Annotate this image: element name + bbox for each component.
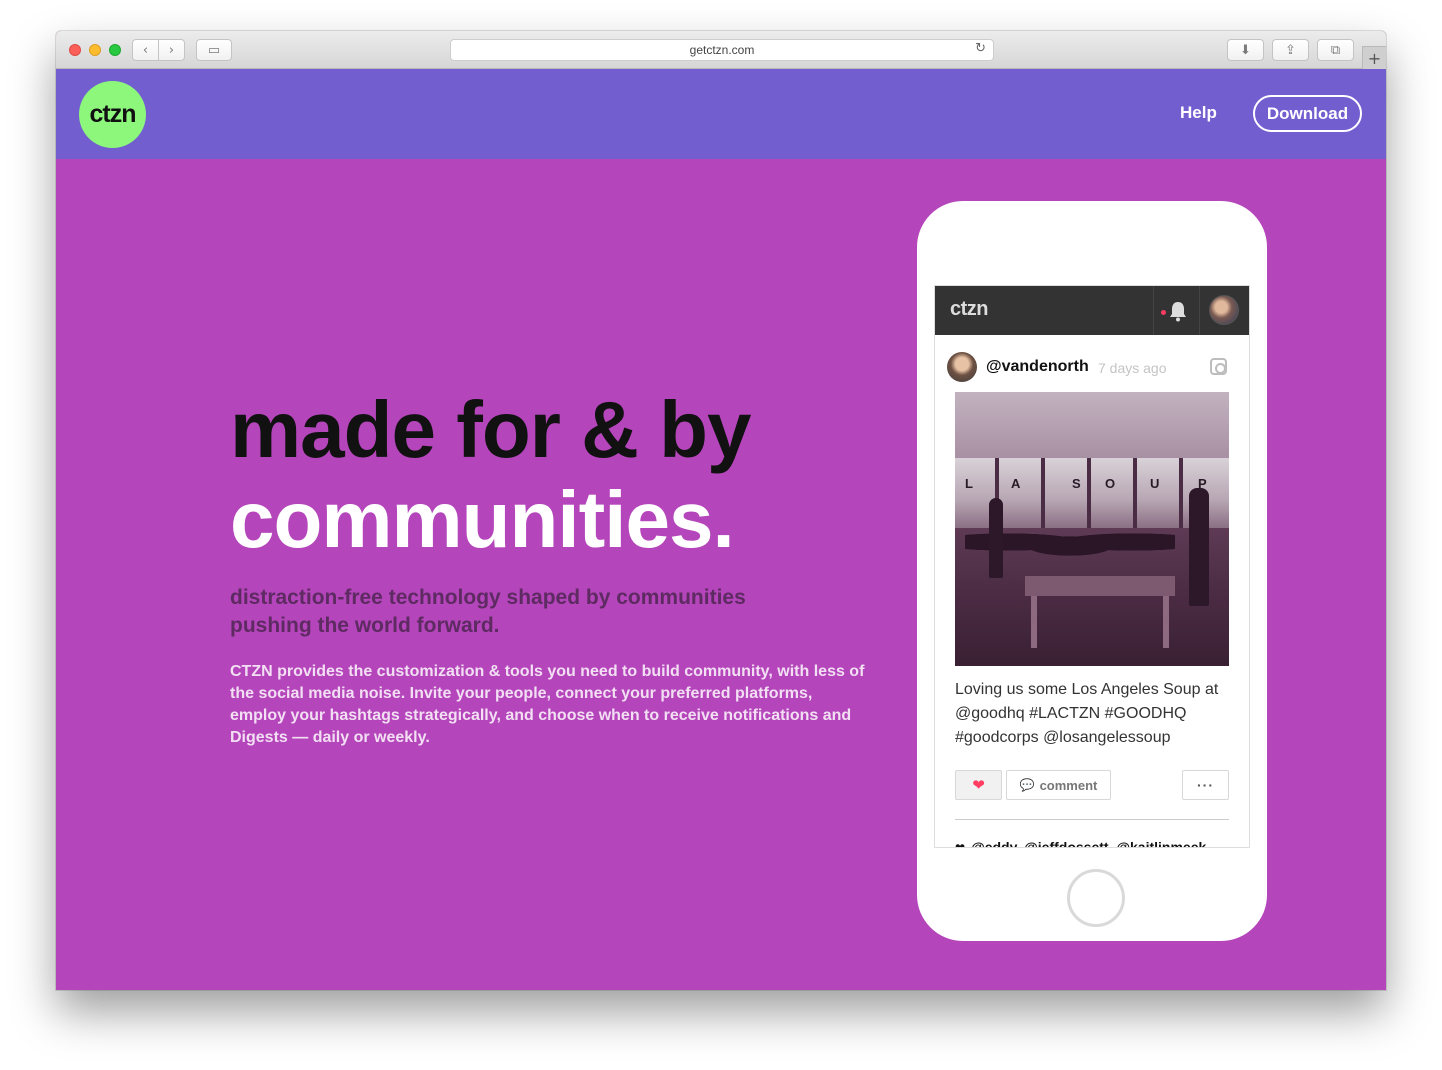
download-button[interactable]: Download bbox=[1253, 95, 1362, 132]
comment-icon: 💬 bbox=[1019, 778, 1035, 792]
back-button[interactable]: ‹ bbox=[132, 39, 159, 61]
post-header: @vandenorth 7 days ago bbox=[947, 352, 1239, 384]
like-button[interactable]: ❤ bbox=[955, 770, 1002, 800]
heart-icon: ❤ bbox=[972, 776, 985, 794]
post-timestamp: 7 days ago bbox=[1098, 360, 1167, 376]
photo-table bbox=[1025, 576, 1175, 596]
hero-headline: made for & by communities. bbox=[230, 385, 830, 565]
post-divider bbox=[955, 819, 1229, 820]
photo-mullion bbox=[1087, 458, 1091, 530]
app-logo: ctzn bbox=[950, 298, 989, 320]
url-text: getctzn.com bbox=[689, 43, 755, 57]
photo-mullion bbox=[1133, 458, 1137, 530]
photo-person bbox=[989, 498, 1003, 578]
bell-icon[interactable] bbox=[1168, 300, 1188, 322]
photo-person bbox=[1189, 488, 1209, 606]
headline-line-2: communities. bbox=[230, 475, 735, 564]
hero-description: CTZN provides the customization & tools … bbox=[230, 663, 865, 746]
hero-subheadline: distraction-free technology shaped by co… bbox=[230, 586, 746, 637]
photo-letter: S bbox=[1072, 476, 1081, 491]
headline-line-1: made for & by bbox=[230, 385, 751, 474]
phone-screen: ctzn @vandenorth 7 days ago L A S O U P … bbox=[934, 285, 1250, 848]
show-tabs-button[interactable]: ⧉ bbox=[1317, 39, 1354, 61]
sidebar-toggle-button[interactable]: ▭ bbox=[196, 39, 232, 61]
photo-letter: O bbox=[1105, 476, 1116, 491]
photo-letter: A bbox=[1011, 476, 1021, 491]
more-options-button[interactable]: ··· bbox=[1182, 770, 1229, 800]
ctzn-logo[interactable]: ctzn bbox=[79, 81, 146, 148]
phone-mockup: ctzn @vandenorth 7 days ago L A S O U P … bbox=[917, 201, 1267, 941]
photo-table-leg bbox=[1031, 596, 1037, 648]
app-bar: ctzn bbox=[935, 286, 1249, 335]
close-window-button[interactable] bbox=[69, 44, 81, 56]
help-link[interactable]: Help bbox=[1180, 103, 1217, 123]
post-username[interactable]: @vandenorth bbox=[986, 358, 1089, 376]
photo-ceiling bbox=[955, 392, 1229, 458]
profile-avatar[interactable] bbox=[1209, 295, 1239, 325]
new-tab-button[interactable]: + bbox=[1362, 46, 1386, 69]
app-bar-divider bbox=[1153, 286, 1154, 335]
chevron-right-icon: › bbox=[168, 42, 175, 58]
plus-icon: + bbox=[1367, 48, 1382, 68]
minimize-window-button[interactable] bbox=[89, 44, 101, 56]
notification-dot bbox=[1161, 310, 1166, 315]
photo-table-leg bbox=[1163, 596, 1169, 648]
chevron-left-icon: ‹ bbox=[142, 42, 149, 58]
browser-toolbar: ‹ › ▭ getctzn.com ↻ ⬇ ⇪ ⧉ + bbox=[56, 31, 1386, 69]
reload-icon[interactable]: ↻ bbox=[975, 41, 986, 56]
post-actions: ❤ 💬 comment ··· bbox=[955, 770, 1229, 800]
share-icon: ⇪ bbox=[1285, 42, 1296, 58]
app-bar-divider bbox=[1199, 286, 1200, 335]
post-photo: L A S O U P bbox=[955, 392, 1229, 666]
post-caption: Loving us some Los Angeles Soup at @good… bbox=[955, 681, 1219, 746]
photo-mullion bbox=[1179, 458, 1183, 530]
forward-button[interactable]: › bbox=[158, 39, 185, 61]
address-bar[interactable]: getctzn.com ↻ bbox=[450, 39, 994, 61]
zoom-window-button[interactable] bbox=[109, 44, 121, 56]
photo-letter: L bbox=[965, 476, 973, 491]
browser-window: ‹ › ▭ getctzn.com ↻ ⬇ ⇪ ⧉ + ctzn Help Do… bbox=[56, 31, 1386, 990]
comment-button[interactable]: 💬 comment bbox=[1006, 770, 1111, 800]
download-icon: ⬇ bbox=[1240, 42, 1251, 58]
tabs-icon: ⧉ bbox=[1330, 42, 1341, 58]
share-button[interactable]: ⇪ bbox=[1272, 39, 1309, 61]
downloads-button[interactable]: ⬇ bbox=[1227, 39, 1264, 61]
instagram-icon bbox=[1210, 358, 1227, 375]
likers-names[interactable]: @eddy, @jeffdossett, @kaitlinmeek bbox=[971, 839, 1206, 847]
home-button bbox=[1067, 869, 1125, 927]
likers-list: ❤ @eddy, @jeffdossett, @kaitlinmeek bbox=[955, 839, 1245, 848]
user-avatar[interactable] bbox=[947, 352, 977, 382]
heart-icon: ❤ bbox=[955, 841, 966, 848]
photo-letter: U bbox=[1150, 476, 1160, 491]
sidebar-icon: ▭ bbox=[207, 42, 221, 58]
photo-mullion bbox=[1041, 458, 1045, 530]
comment-label: comment bbox=[1039, 777, 1098, 793]
site-header: ctzn Help Download bbox=[56, 69, 1386, 159]
